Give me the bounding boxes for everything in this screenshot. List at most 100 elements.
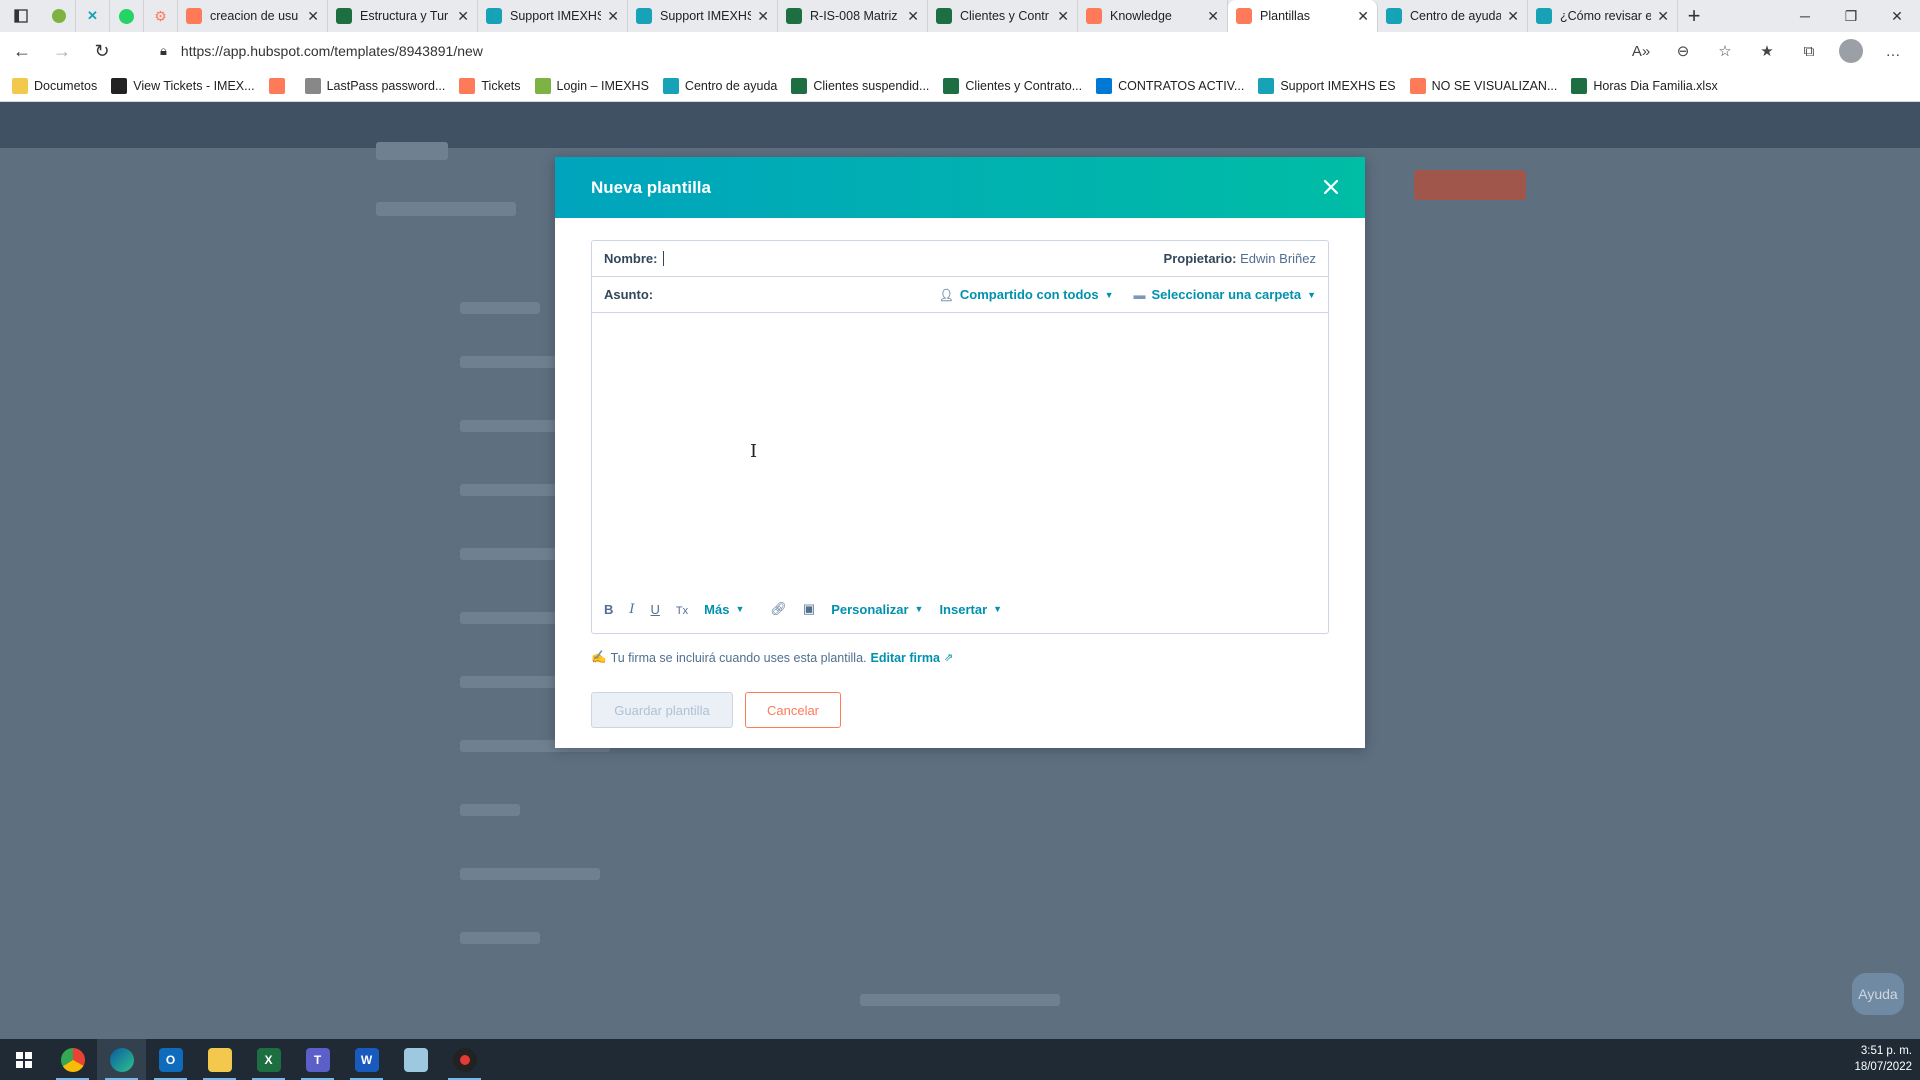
bold-button[interactable]: B [604, 602, 613, 617]
more-dropdown[interactable]: Más ▼ [704, 602, 744, 617]
zoom-icon[interactable]: ⊖ [1666, 36, 1700, 66]
pinned-tab-hubspot[interactable]: ⚙ [144, 0, 178, 32]
clock-time: 3:51 p. m. [1860, 1045, 1912, 1057]
subject-input[interactable] [659, 285, 939, 305]
browser-tab[interactable]: Estructura y Tur ✕ [328, 0, 478, 32]
tab-close-icon[interactable]: ✕ [757, 8, 769, 25]
favorite-add-icon[interactable]: ☆ [1708, 36, 1742, 66]
browser-tab[interactable]: creacion de usu ✕ [178, 0, 328, 32]
tab-close-icon[interactable]: ✕ [907, 8, 919, 25]
link-icon[interactable]: 🔗︎ [770, 601, 787, 617]
tab-close-icon[interactable]: ✕ [1357, 8, 1369, 25]
close-icon[interactable] [1317, 173, 1345, 201]
new-tab-button[interactable]: + [1678, 0, 1710, 32]
tab-label: Knowledge [1110, 9, 1172, 23]
back-icon[interactable]: ← [4, 33, 40, 69]
excel-icon [786, 8, 802, 24]
bookmark-item[interactable]: View Tickets - IMEX... [111, 77, 255, 94]
bookmark-item[interactable]: Documetos [12, 77, 97, 94]
tab-close-icon[interactable]: ✕ [307, 8, 319, 25]
bookmark-label: Support IMEXHS ES [1280, 78, 1396, 93]
browser-tab[interactable]: Knowledge ✕ [1078, 0, 1228, 32]
tab-close-icon[interactable]: ✕ [1057, 8, 1069, 25]
italic-button[interactable]: I [629, 602, 634, 617]
hubspot-icon [1086, 8, 1102, 24]
recorder-taskbar-icon[interactable] [440, 1039, 489, 1080]
bookmark-item[interactable] [268, 77, 291, 94]
document-icon [304, 77, 321, 94]
save-template-button[interactable]: Guardar plantilla [591, 692, 733, 728]
underline-button[interactable]: U [651, 602, 660, 617]
browser-tab[interactable]: Centro de ayuda ✕ [1378, 0, 1528, 32]
chrome-taskbar-icon[interactable] [48, 1039, 97, 1080]
name-label: Nombre: [604, 251, 658, 266]
pinned-tab-whatsapp[interactable] [110, 0, 144, 32]
bookmark-item[interactable]: LastPass password... [304, 77, 445, 94]
windows-start-icon[interactable] [0, 1039, 48, 1080]
pinned-tab-imexhs[interactable] [42, 0, 76, 32]
bookmark-label: Centro de ayuda [684, 78, 778, 93]
edit-signature-link[interactable]: Editar firma [871, 651, 940, 665]
create-template-button[interactable] [1414, 170, 1526, 200]
browser-tab[interactable]: ¿Cómo revisar e ✕ [1528, 0, 1678, 32]
owner-label: Propietario: [1163, 251, 1237, 266]
outlook-taskbar-icon[interactable]: O [146, 1039, 195, 1080]
browser-tab[interactable]: Support IMEXHS ✕ [628, 0, 778, 32]
bookmark-item[interactable]: Horas Dia Familia.xlsx [1571, 77, 1718, 94]
file-explorer-taskbar-icon[interactable] [195, 1039, 244, 1080]
clear-format-button[interactable]: Tx [676, 602, 688, 617]
cancel-button[interactable]: Cancelar [745, 692, 841, 728]
browser-tab[interactable]: R-IS-008 Matriz ✕ [778, 0, 928, 32]
tab-close-icon[interactable]: ✕ [607, 8, 619, 25]
hubspot-icon [1236, 8, 1252, 24]
folder-dropdown[interactable]: ▬ Seleccionar una carpeta ▼ [1134, 287, 1317, 302]
collections-icon[interactable]: ⧉ [1792, 36, 1826, 66]
close-window-icon[interactable]: ✕ [1874, 0, 1920, 32]
bookmark-item[interactable]: Tickets [459, 77, 521, 94]
bookmark-item[interactable]: Clientes suspendid... [791, 77, 929, 94]
excel-taskbar-icon[interactable]: X [244, 1039, 293, 1080]
word-taskbar-icon[interactable]: W [342, 1039, 391, 1080]
name-input[interactable] [663, 251, 665, 266]
favorites-icon[interactable]: ★ [1750, 36, 1784, 66]
browser-tab[interactable]: Plantillas ✕ [1228, 0, 1378, 32]
bookmark-item[interactable]: Support IMEXHS ES [1258, 77, 1396, 94]
reload-icon[interactable]: ↻ [84, 33, 120, 69]
read-aloud-icon[interactable]: A» [1624, 36, 1658, 66]
owner-value: Edwin Briñez [1240, 251, 1316, 266]
tab-close-icon[interactable]: ✕ [1657, 8, 1669, 25]
tab-actions-icon[interactable] [0, 0, 42, 32]
tab-close-icon[interactable]: ✕ [457, 8, 469, 25]
image-icon[interactable]: ▣ [803, 601, 815, 617]
template-body-textarea[interactable]: I [592, 313, 1328, 583]
notepad-taskbar-icon[interactable] [391, 1039, 440, 1080]
teams-taskbar-icon[interactable]: T [293, 1039, 342, 1080]
tab-close-icon[interactable]: ✕ [1207, 8, 1219, 25]
bookmark-item[interactable]: Clientes y Contrato... [943, 77, 1082, 94]
url-field[interactable]: 🔒︎ https://app.hubspot.com/templates/894… [146, 36, 1646, 66]
insert-dropdown[interactable]: Insertar ▼ [939, 602, 1002, 617]
bookmark-item[interactable]: Login – IMEXHS [534, 77, 649, 94]
bookmark-item[interactable]: NO SE VISUALIZAN... [1409, 77, 1557, 94]
restore-icon[interactable]: ❐ [1828, 0, 1874, 32]
sharing-dropdown[interactable]: 👤︎ Compartido con todos ▼ [939, 287, 1114, 302]
profile-icon[interactable] [1834, 36, 1868, 66]
bookmark-item[interactable]: Centro de ayuda [662, 77, 778, 94]
edge-taskbar-icon[interactable] [97, 1039, 146, 1080]
imexhs-icon [486, 8, 502, 24]
help-button[interactable]: Ayuda [1852, 973, 1904, 1015]
menu-icon[interactable]: … [1876, 36, 1910, 66]
forward-icon[interactable]: → [44, 33, 80, 69]
tab-close-icon[interactable]: ✕ [1507, 8, 1519, 25]
pinned-tab-imexhs-support[interactable]: ✕ [76, 0, 110, 32]
personalize-dropdown[interactable]: Personalizar ▼ [831, 602, 923, 617]
browser-tab[interactable]: Support IMEXHS ✕ [478, 0, 628, 32]
system-clock[interactable]: 3:51 p. m. 18/07/2022 [1854, 1043, 1912, 1075]
minimize-icon[interactable]: ─ [1782, 0, 1828, 32]
toolbar-icons: A» ⊖ ☆ ★ ⧉ … [1624, 36, 1910, 66]
browser-tab[interactable]: Clientes y Contr ✕ [928, 0, 1078, 32]
bookmark-item[interactable]: CONTRATOS ACTIV... [1096, 77, 1244, 94]
template-editor: Nombre: Propietario: Edwin Briñez Asunto… [591, 240, 1329, 634]
modal-footer: Guardar plantilla Cancelar [591, 692, 1329, 728]
insert-label: Insertar [939, 601, 988, 617]
